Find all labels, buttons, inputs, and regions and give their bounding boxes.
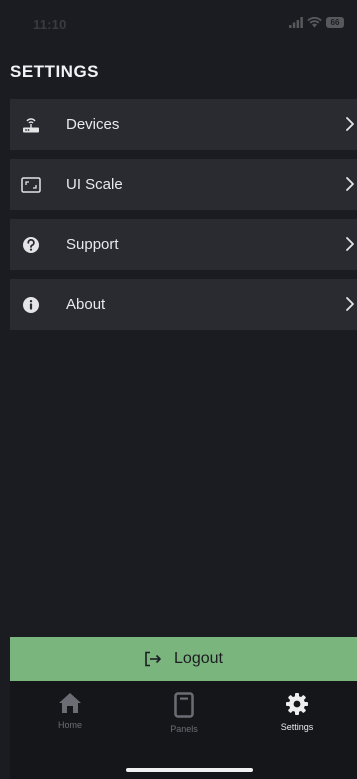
logout-icon — [145, 651, 161, 667]
status-bar: 11:10 66 — [0, 0, 357, 50]
menu-item-label: UI Scale — [66, 176, 123, 193]
menu-item-about[interactable]: About — [10, 279, 357, 330]
menu-item-ui-scale[interactable]: UI Scale — [10, 159, 357, 210]
home-icon — [59, 693, 81, 713]
tab-label: Settings — [280, 722, 314, 732]
menu-item-label: Support — [66, 236, 119, 253]
chevron-right-icon — [346, 177, 354, 191]
tab-label: Home — [57, 720, 82, 730]
settings-screen: 11:10 66 SETTINGS Devices UI Scale Suppo… — [0, 0, 357, 779]
tab-panels[interactable]: Panels — [144, 692, 224, 734]
page-title: SETTINGS — [10, 62, 100, 81]
gear-icon — [286, 693, 308, 715]
chevron-right-icon — [346, 297, 354, 311]
logout-label: Logout — [174, 650, 223, 667]
chevron-right-icon — [346, 237, 354, 251]
tab-label: Panels — [170, 724, 198, 734]
tab-home[interactable]: Home — [30, 692, 110, 730]
tab-settings[interactable]: Settings — [257, 692, 337, 732]
menu-item-devices[interactable]: Devices — [10, 99, 357, 150]
battery-indicator: 66 — [326, 17, 344, 28]
scale-icon — [21, 175, 41, 195]
panel-icon — [174, 692, 194, 718]
home-indicator — [126, 768, 253, 772]
menu-item-label: About — [66, 296, 106, 313]
status-time: 11:10 — [33, 17, 67, 32]
router-icon — [21, 115, 41, 135]
info-icon — [21, 295, 41, 315]
signal-icon — [289, 17, 303, 28]
menu-item-support[interactable]: Support — [10, 219, 357, 270]
menu-item-label: Devices — [66, 116, 120, 133]
logout-button[interactable]: Logout — [10, 637, 357, 681]
tab-bar: Home Panels Settings — [10, 681, 357, 779]
status-icons: 66 — [289, 17, 344, 28]
wifi-icon — [307, 17, 322, 28]
chevron-right-icon — [346, 117, 354, 131]
question-icon — [21, 235, 41, 255]
